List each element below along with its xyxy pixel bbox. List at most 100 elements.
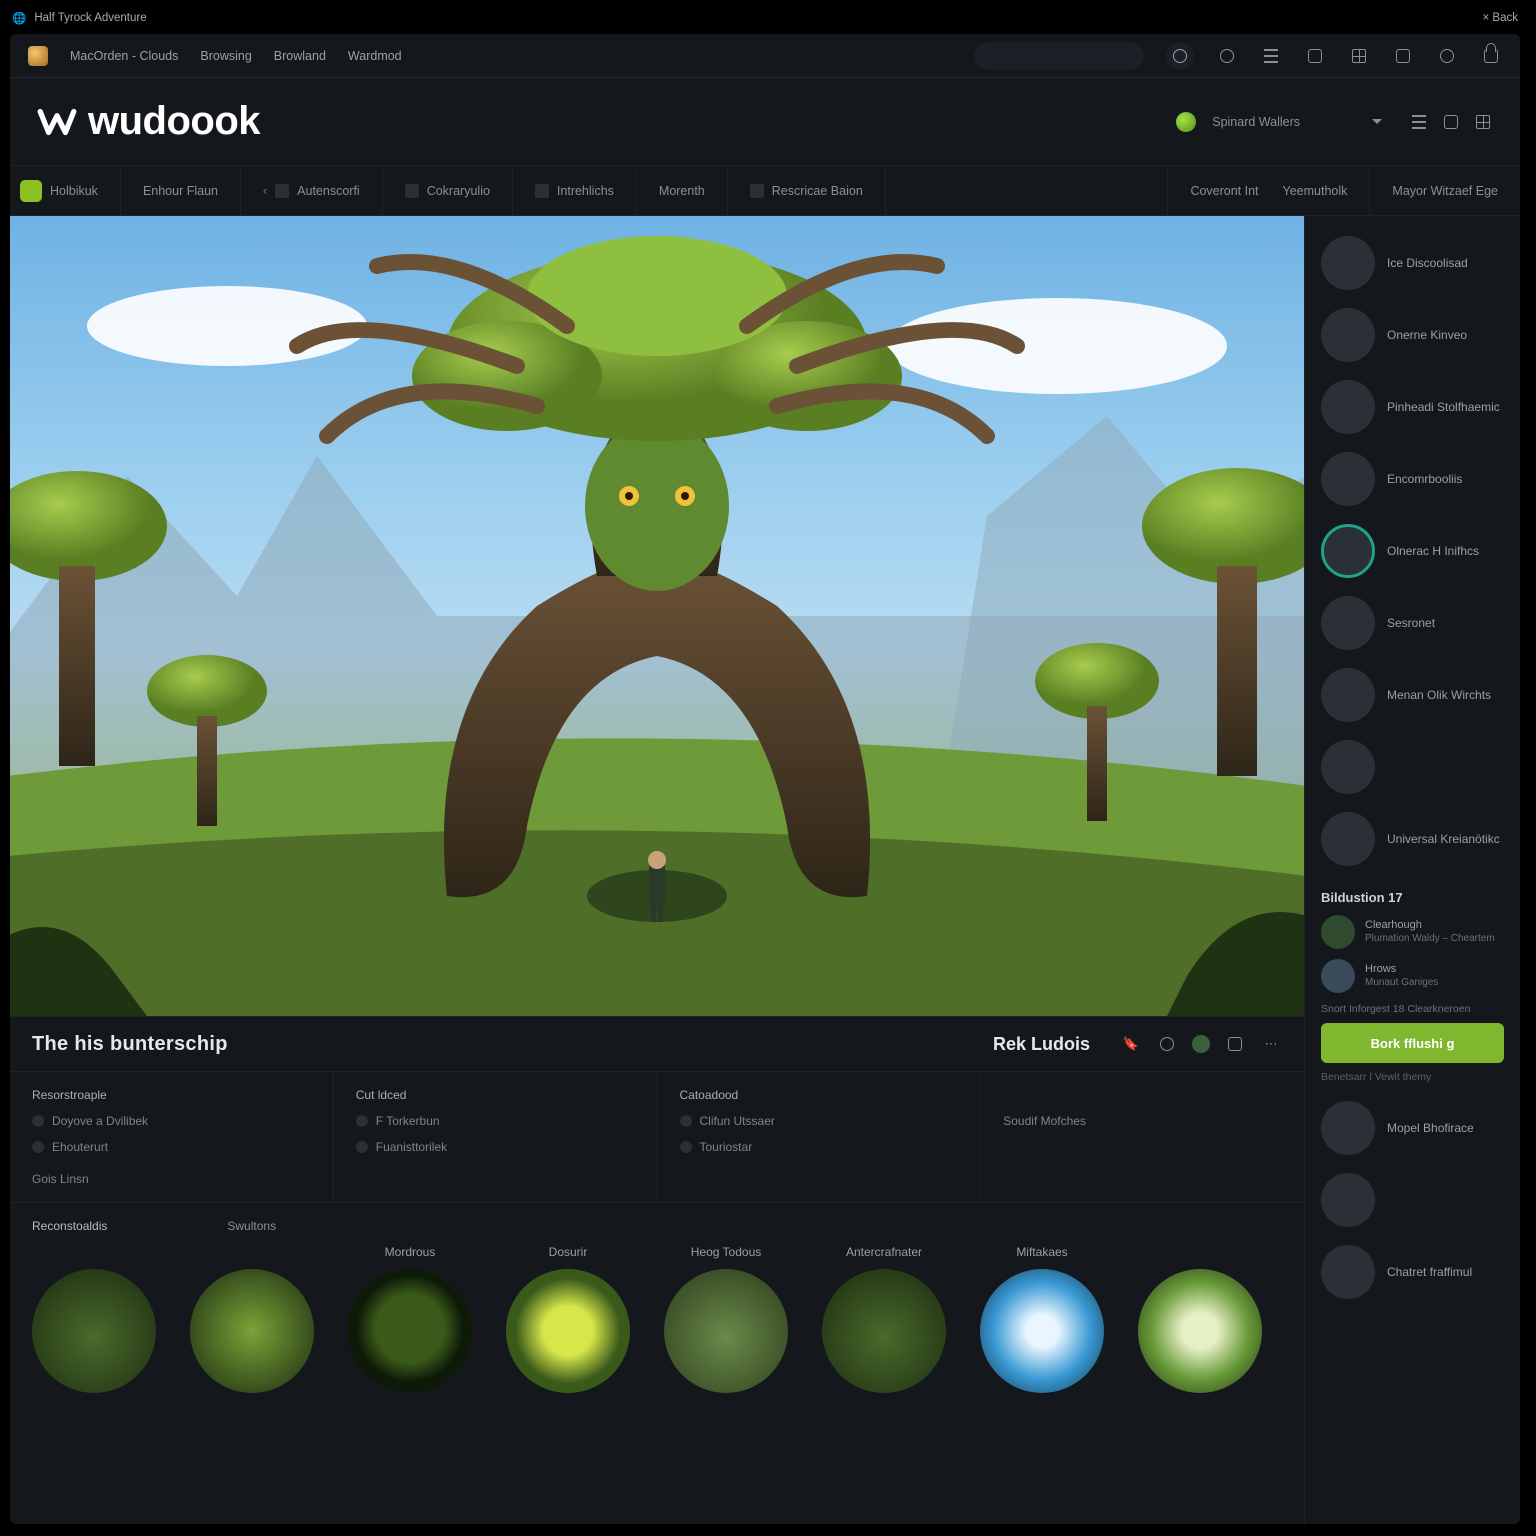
author-avatar-icon[interactable] <box>1192 1035 1210 1053</box>
sidebar-item[interactable]: Onerne Kinveo <box>1321 308 1504 362</box>
sidebar-item[interactable]: Menan Olik Wirchts <box>1321 668 1504 722</box>
promo-row[interactable]: ClearhoughPlumation Waldy – Cheartem <box>1321 915 1504 949</box>
tab-label: Rescricae Baion <box>772 184 863 198</box>
layout-grid-btn[interactable] <box>1472 111 1494 133</box>
sidebar-item[interactable]: Mopel Bhofirace <box>1321 1101 1504 1155</box>
avatar-icon <box>1321 1245 1375 1299</box>
profile-icon <box>1440 49 1454 63</box>
sidebar-item[interactable]: Encomrbooliis <box>1321 452 1504 506</box>
gallery-item[interactable]: Miftakaes <box>970 1245 1114 1393</box>
sidebar-item[interactable]: Ice Discoolisad <box>1321 236 1504 290</box>
sidebar-item[interactable] <box>1321 1173 1504 1227</box>
topnav-item-2[interactable]: Browland <box>274 49 326 63</box>
sidebar-item[interactable]: Pinheadi Stolfhaemic <box>1321 380 1504 434</box>
tab-4[interactable]: Intrehlichs <box>513 166 637 215</box>
info-col-3: Soudif Mofches <box>981 1072 1304 1202</box>
cta-button[interactable]: Bork fflushi g <box>1321 1023 1504 1063</box>
chevron-down-icon[interactable] <box>1372 119 1382 124</box>
info-row[interactable]: Fuanisttorilek <box>356 1140 635 1154</box>
sidebar-item[interactable]: Universal Kreianötikc <box>1321 812 1504 866</box>
thumb-icon <box>32 1269 156 1393</box>
gallery-item[interactable] <box>22 1245 166 1393</box>
tab-right-0[interactable]: Coveront Int <box>1190 184 1258 198</box>
tab-3[interactable]: Cokraryulio <box>383 166 513 215</box>
more-icon[interactable]: ⋯ <box>1260 1033 1282 1055</box>
sidebar-item[interactable]: Olnerac H Inifhcs <box>1321 524 1504 578</box>
search-input[interactable] <box>974 42 1144 70</box>
tab-mini-icon <box>275 184 289 198</box>
profile-icon-btn[interactable] <box>1436 45 1458 67</box>
heart-icon <box>1160 1037 1174 1051</box>
app-window: MacOrden - Clouds Browsing Browland Ward… <box>10 34 1520 1524</box>
info-row[interactable]: Clifun Utssaer <box>680 1114 959 1128</box>
app-badge-icon <box>28 46 48 66</box>
gallery-item[interactable]: Mordrous <box>338 1245 482 1393</box>
bookmark-icon[interactable]: 🔖 <box>1120 1033 1142 1055</box>
tab-6[interactable]: Rescricae Baion <box>728 166 886 215</box>
tab-label: Intrehlichs <box>557 184 614 198</box>
topnav-item-1[interactable]: Browsing <box>200 49 251 63</box>
window-icon <box>1396 49 1410 63</box>
avatar-icon <box>1321 452 1375 506</box>
thumb-icon <box>1138 1269 1262 1393</box>
sidebar-item[interactable] <box>1321 740 1504 794</box>
grid-icon-btn[interactable] <box>1348 45 1370 67</box>
info-row[interactable]: Touriostar <box>680 1140 959 1154</box>
close-hint[interactable]: × Back <box>1483 12 1518 24</box>
tab-0[interactable]: Holbikuk <box>10 166 121 215</box>
tab-label: Autenscorfi <box>297 184 360 198</box>
promo-hint: Snort Inforgest 18 Clearkneroen <box>1321 1003 1504 1015</box>
brand-bar: wudoook Spinard Wallers <box>10 78 1520 166</box>
info-head <box>1003 1088 1282 1102</box>
gallery-item[interactable]: Dosurir <box>496 1245 640 1393</box>
share-icon[interactable] <box>1224 1033 1246 1055</box>
window-icon-btn[interactable] <box>1392 45 1414 67</box>
search-button[interactable] <box>1166 42 1194 70</box>
info-col-0: Resorstroaple Doyove a Dvilibek Ehouteru… <box>10 1072 334 1202</box>
tab-2[interactable]: ‹Autenscorfi <box>241 166 383 215</box>
info-row[interactable]: F Torkerbun <box>356 1114 635 1128</box>
gallery-item[interactable] <box>180 1245 324 1393</box>
avatar-icon <box>1321 668 1375 722</box>
promo-row[interactable]: HrowsMunaut Ganiges <box>1321 959 1504 993</box>
brand[interactable]: wudoook <box>36 99 260 144</box>
bullet-icon <box>680 1141 692 1153</box>
cards-icon-btn[interactable] <box>1304 45 1326 67</box>
sidebar-item[interactable]: Sesronet <box>1321 596 1504 650</box>
section-subtitle: Rek Ludois <box>993 1034 1090 1055</box>
avatar-icon <box>1321 1101 1375 1155</box>
tab-5[interactable]: Morenth <box>637 166 728 215</box>
share-card-icon <box>1228 1037 1242 1051</box>
right-sidebar: Ice Discoolisad Onerne Kinveo Pinheadi S… <box>1304 216 1520 1524</box>
layout-list-btn[interactable] <box>1408 111 1430 133</box>
tab-right-1[interactable]: Yeemutholk <box>1283 184 1348 198</box>
list-icon <box>1264 49 1278 63</box>
user-name[interactable]: Spinard Wallers <box>1212 115 1300 129</box>
bullet-icon <box>680 1115 692 1127</box>
address-text: Half Tyrock Adventure <box>34 12 146 24</box>
tab-1[interactable]: Enhour Flaun <box>121 166 241 215</box>
info-row[interactable]: Soudif Mofches <box>1003 1114 1282 1128</box>
lock-icon-btn[interactable] <box>1480 45 1502 67</box>
layout-card-btn[interactable] <box>1440 111 1462 133</box>
like-icon[interactable] <box>1156 1033 1178 1055</box>
gallery-item[interactable]: Antercrafnater <box>812 1245 956 1393</box>
avatar-icon <box>1321 380 1375 434</box>
sidebar-head-label: Mayor Witzaef Ege <box>1370 184 1520 198</box>
gallery-item[interactable] <box>1128 1245 1272 1393</box>
sidebar-item[interactable]: Chatret fraffimul <box>1321 1245 1504 1299</box>
grid-icon <box>1352 49 1366 63</box>
thumb-icon <box>980 1269 1104 1393</box>
topnav-item-3[interactable]: Wardmod <box>348 49 402 63</box>
info-col-2: Catoadood Clifun Utssaer Touriostar <box>658 1072 982 1202</box>
feed-icon-btn[interactable] <box>1260 45 1282 67</box>
info-row[interactable]: Ehouterurt <box>32 1140 311 1154</box>
search-icon-btn[interactable] <box>1216 45 1238 67</box>
topnav-item-0[interactable]: MacOrden - Clouds <box>70 49 178 63</box>
promo-avatar-icon <box>1321 915 1355 949</box>
gallery-item[interactable]: Heog Todous <box>654 1245 798 1393</box>
bullet-icon <box>32 1141 44 1153</box>
tab-active-badge-icon <box>20 180 42 202</box>
avatar-icon <box>1321 236 1375 290</box>
info-row[interactable]: Doyove a Dvilibek <box>32 1114 311 1128</box>
